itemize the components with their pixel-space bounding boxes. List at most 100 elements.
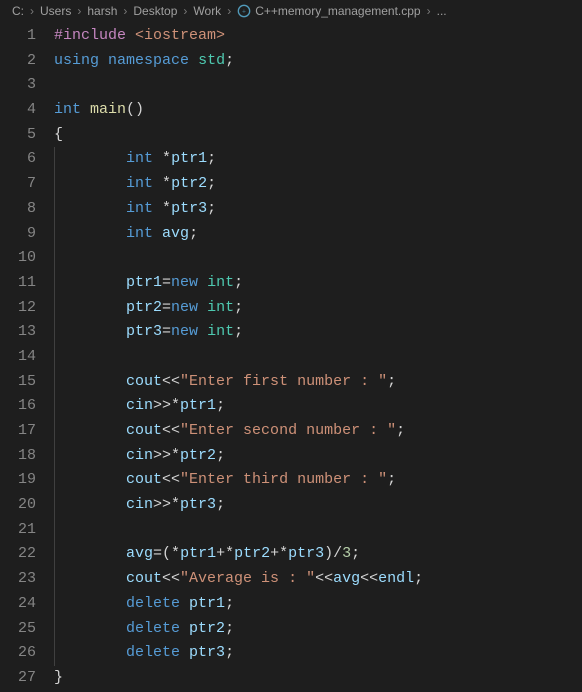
code-token: "Enter first number : " <box>180 373 387 390</box>
code-token: ptr2 <box>180 447 216 464</box>
code-token <box>180 620 189 637</box>
line-number: 9 <box>0 222 36 247</box>
indent <box>54 150 126 167</box>
code-token: "Enter third number : " <box>180 471 387 488</box>
code-token <box>81 101 90 118</box>
indent <box>54 595 126 612</box>
code-token: ptr3 <box>171 200 207 217</box>
indent-guide <box>54 468 55 493</box>
code-token: ptr2 <box>171 175 207 192</box>
breadcrumb-item[interactable]: C: <box>12 4 24 18</box>
code-line[interactable]: cin>>*ptr3; <box>54 493 582 518</box>
line-number: 25 <box>0 617 36 642</box>
code-editor[interactable]: 1234567891011121314151617181920212223242… <box>0 22 582 692</box>
code-line[interactable]: { <box>54 123 582 148</box>
line-number: 8 <box>0 197 36 222</box>
code-area[interactable]: #include <iostream>using namespace std; i… <box>54 22 582 692</box>
code-line[interactable]: int *ptr2; <box>54 172 582 197</box>
code-token: +* <box>216 545 234 562</box>
line-number: 24 <box>0 592 36 617</box>
code-token: int <box>126 225 153 242</box>
code-line[interactable] <box>54 73 582 98</box>
code-token: +* <box>270 545 288 562</box>
breadcrumb-item[interactable]: Work <box>193 4 221 18</box>
code-line[interactable]: ptr1=new int; <box>54 271 582 296</box>
code-line[interactable]: cout<<"Enter third number : "; <box>54 468 582 493</box>
code-token: << <box>162 422 180 439</box>
breadcrumb-file[interactable]: +C++memory_management.cpp <box>237 4 420 19</box>
indent-guide <box>54 394 55 419</box>
line-number: 18 <box>0 444 36 469</box>
code-token: cout <box>126 471 162 488</box>
code-line[interactable]: cin>>*ptr1; <box>54 394 582 419</box>
line-number: 10 <box>0 246 36 271</box>
chevron-right-icon: › <box>30 4 34 18</box>
code-line[interactable]: delete ptr1; <box>54 592 582 617</box>
breadcrumb-item[interactable]: Desktop <box>133 4 177 18</box>
code-token: ; <box>216 397 225 414</box>
code-line[interactable]: } <box>54 666 582 691</box>
breadcrumb[interactable]: C:›Users›harsh›Desktop›Work›+C++memory_m… <box>0 0 582 22</box>
indent-guide <box>54 147 55 172</box>
code-token: << <box>162 570 180 587</box>
breadcrumb-item[interactable]: Users <box>40 4 71 18</box>
code-line[interactable]: delete ptr2; <box>54 617 582 642</box>
code-token: )/ <box>324 545 342 562</box>
code-token: = <box>162 299 171 316</box>
code-token: >>* <box>153 447 180 464</box>
indent <box>54 373 126 390</box>
indent <box>54 348 90 365</box>
line-number: 4 <box>0 98 36 123</box>
code-line[interactable]: cout<<"Enter second number : "; <box>54 419 582 444</box>
indent-guide <box>54 246 55 271</box>
code-line[interactable]: ptr2=new int; <box>54 296 582 321</box>
code-token: << <box>162 373 180 390</box>
code-token: * <box>171 545 180 562</box>
code-line[interactable] <box>54 518 582 543</box>
code-token: } <box>54 669 63 686</box>
line-number: 6 <box>0 147 36 172</box>
line-number: 15 <box>0 370 36 395</box>
code-token: =( <box>153 545 171 562</box>
indent <box>54 249 90 266</box>
code-token: int <box>207 323 234 340</box>
code-line[interactable]: int avg; <box>54 222 582 247</box>
code-line[interactable]: cout<<"Average is : "<<avg<<endl; <box>54 567 582 592</box>
code-token <box>153 175 162 192</box>
code-line[interactable]: cout<<"Enter first number : "; <box>54 370 582 395</box>
code-token <box>126 27 135 44</box>
indent-guide <box>54 617 55 642</box>
code-line[interactable]: #include <iostream> <box>54 24 582 49</box>
indent <box>54 225 126 242</box>
code-line[interactable]: ptr3=new int; <box>54 320 582 345</box>
breadcrumb-trail[interactable]: ... <box>437 4 447 18</box>
code-token: ; <box>351 545 360 562</box>
code-token: = <box>162 323 171 340</box>
indent <box>54 620 126 637</box>
code-line[interactable]: using namespace std; <box>54 49 582 74</box>
indent-guide <box>54 320 55 345</box>
code-line[interactable]: delete ptr3; <box>54 641 582 666</box>
code-token: using <box>54 52 99 69</box>
code-token: ; <box>387 471 396 488</box>
breadcrumb-item[interactable]: harsh <box>87 4 117 18</box>
code-line[interactable] <box>54 246 582 271</box>
line-number: 12 <box>0 296 36 321</box>
line-number: 3 <box>0 73 36 98</box>
code-line[interactable]: avg=(*ptr1+*ptr2+*ptr3)/3; <box>54 542 582 567</box>
code-line[interactable]: cin>>*ptr2; <box>54 444 582 469</box>
code-line[interactable]: int *ptr3; <box>54 197 582 222</box>
code-line[interactable] <box>54 345 582 370</box>
code-token: * <box>162 175 171 192</box>
indent-guide <box>54 592 55 617</box>
indent <box>54 323 126 340</box>
code-token: ; <box>414 570 423 587</box>
indent <box>54 299 126 316</box>
indent-guide <box>54 197 55 222</box>
code-token: << <box>315 570 333 587</box>
code-line[interactable]: int main() <box>54 98 582 123</box>
code-line[interactable]: int *ptr1; <box>54 147 582 172</box>
indent <box>54 274 126 291</box>
line-number: 5 <box>0 123 36 148</box>
code-token: std <box>198 52 225 69</box>
